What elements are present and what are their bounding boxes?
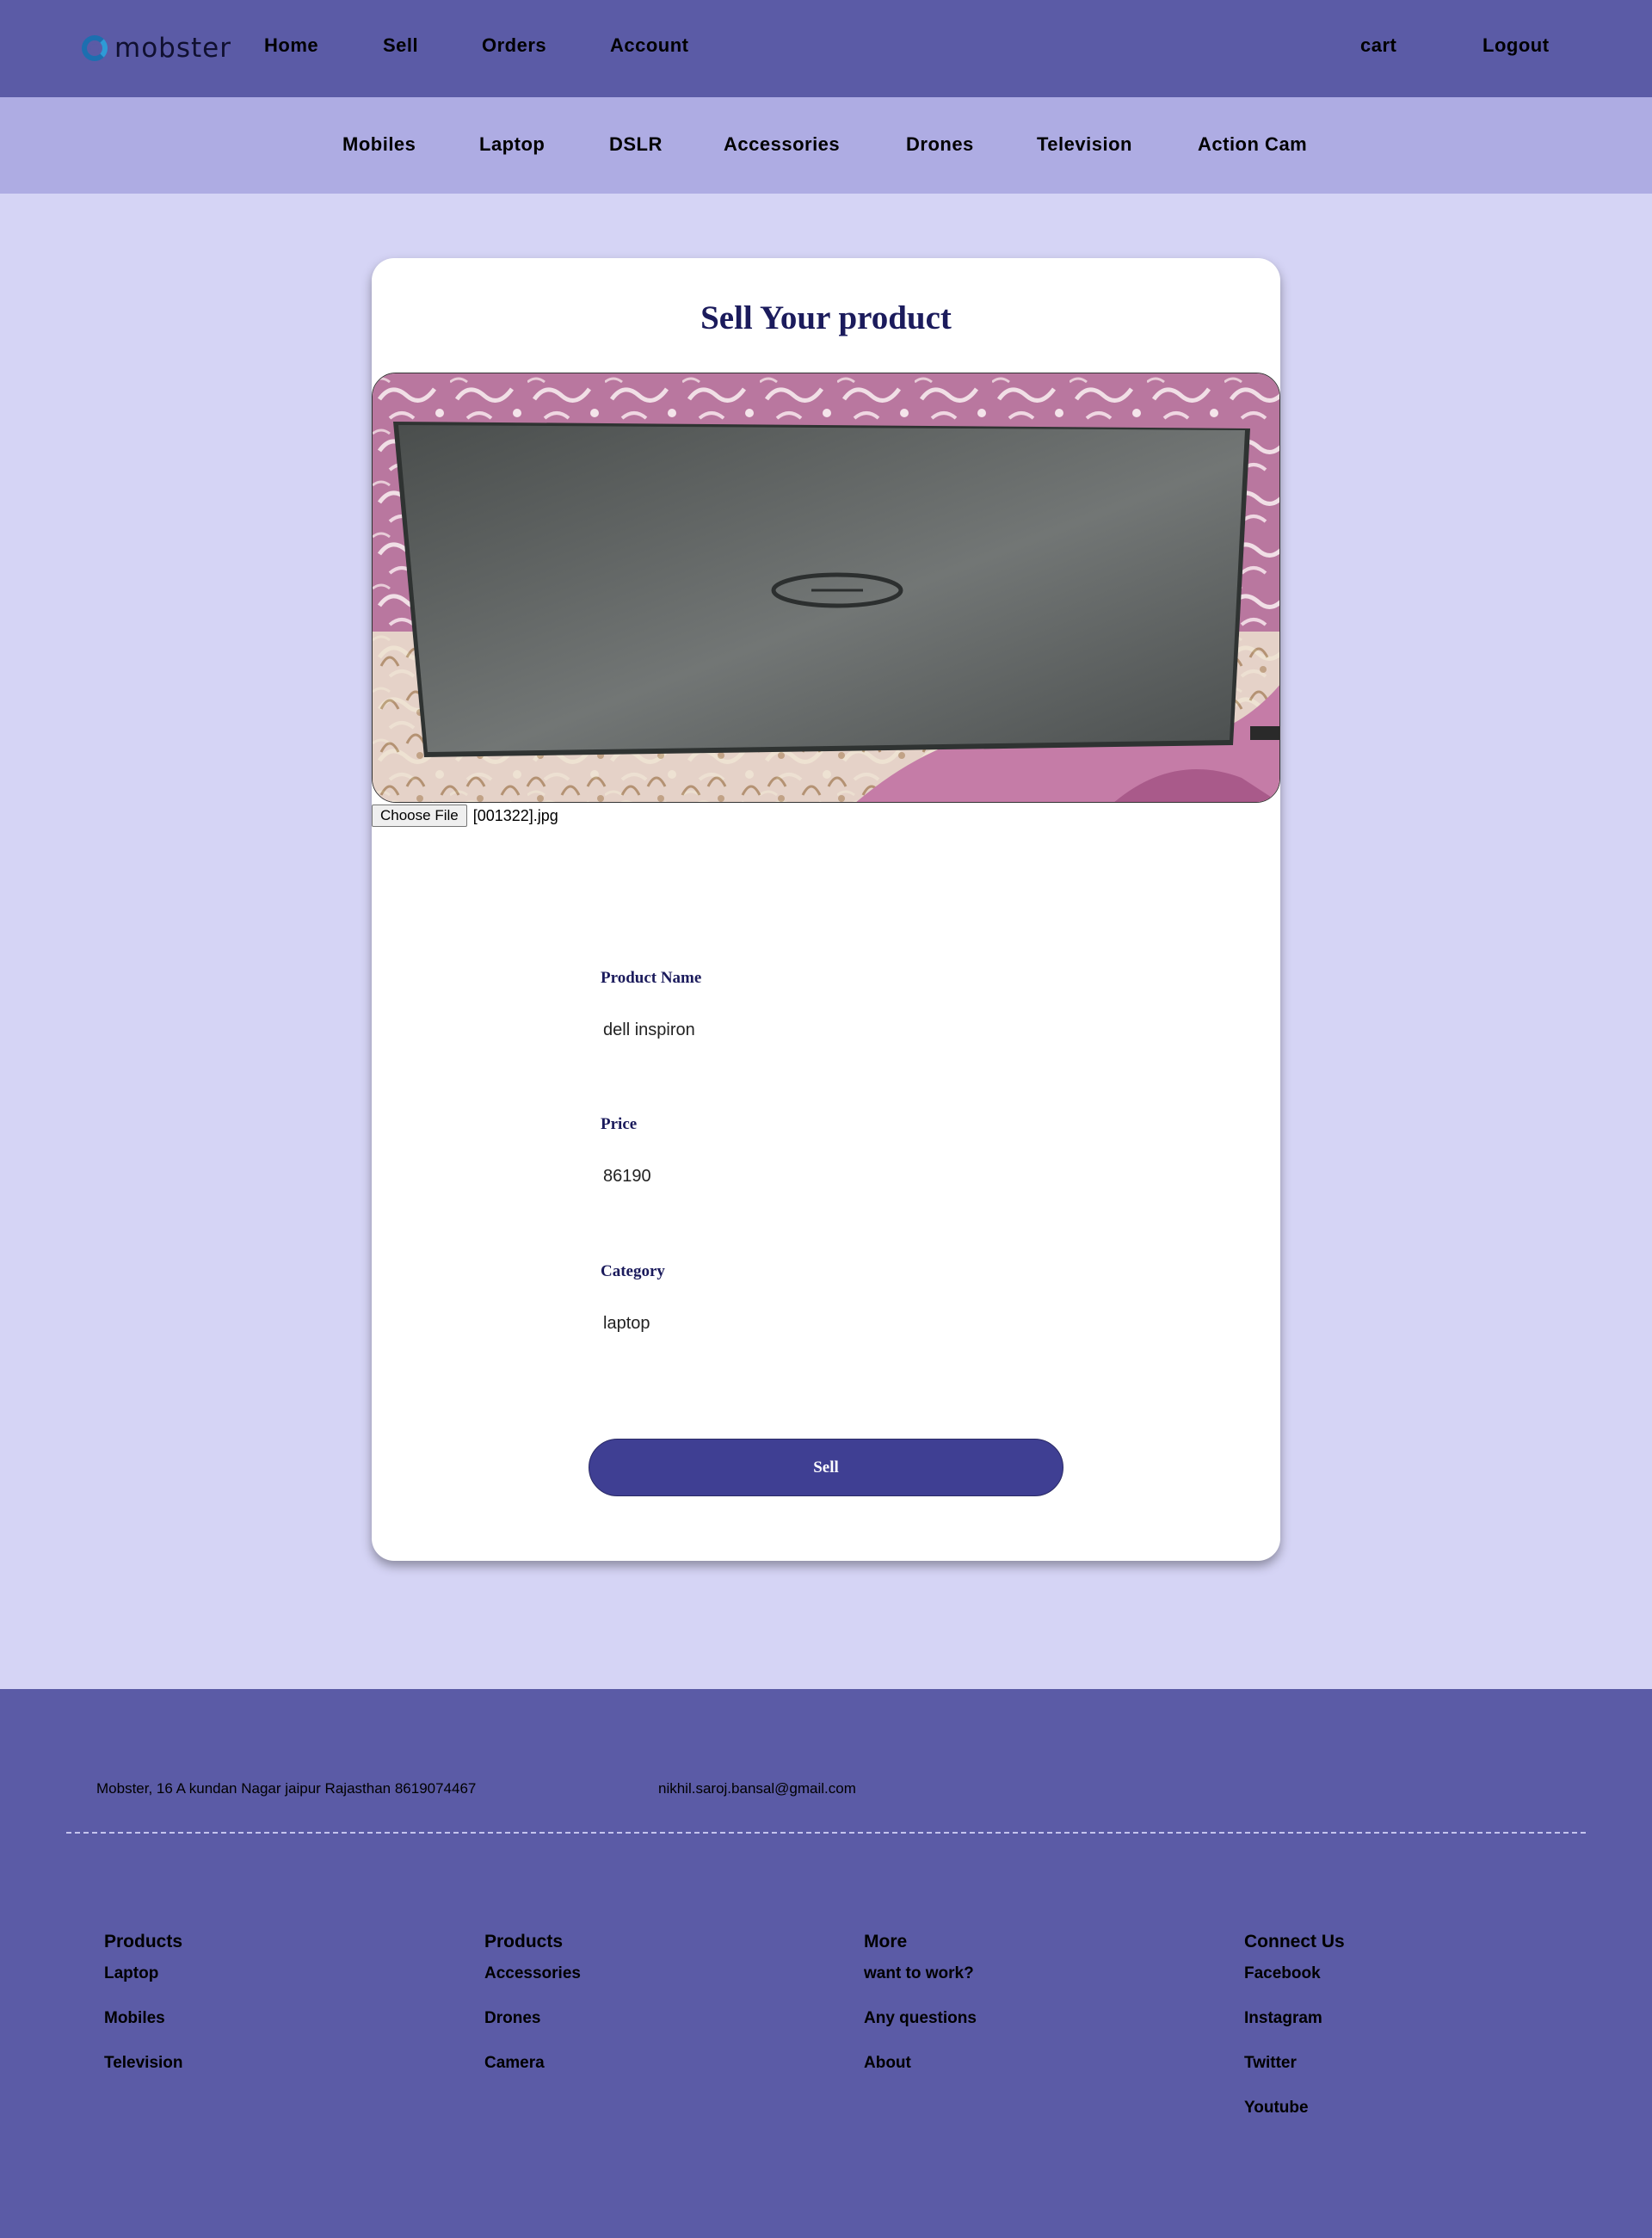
category-action-cam[interactable]: Action Cam — [1198, 133, 1307, 156]
footer-link-drones[interactable]: Drones — [484, 2009, 581, 2028]
price-input[interactable] — [601, 1159, 1051, 1193]
footer-link-camera[interactable]: Camera — [484, 2054, 581, 2073]
page-title: Sell Your product — [700, 299, 952, 336]
brand-name: mobster — [114, 33, 231, 64]
footer-link-facebook[interactable]: Facebook — [1244, 1964, 1345, 1983]
product-name-input[interactable] — [601, 1013, 1051, 1047]
footer-column-products-2: Products Accessories Drones Camera — [484, 1932, 581, 2099]
category-accessories[interactable]: Accessories — [724, 133, 840, 156]
footer-column-title: Connect Us — [1244, 1932, 1345, 1951]
price-label: Price — [601, 1115, 638, 1133]
category-dslr[interactable]: DSLR — [609, 133, 663, 156]
footer-column-title: Products — [484, 1932, 564, 1951]
footer-column-title: More — [864, 1932, 908, 1951]
product-image-preview — [372, 373, 1280, 803]
file-upload-row: Choose File [001322].jpg — [372, 804, 558, 828]
category-input[interactable] — [601, 1306, 1051, 1341]
brand-logo[interactable]: mobster — [82, 31, 231, 65]
nav-account-link[interactable]: Account — [610, 34, 689, 57]
mobster-logo-icon — [82, 35, 108, 61]
product-name-label: Product Name — [601, 969, 702, 987]
sell-button[interactable]: Sell — [589, 1439, 1063, 1496]
laptop-photo — [373, 373, 1279, 802]
footer-link-about[interactable]: About — [864, 2054, 977, 2073]
selected-file-name: [001322].jpg — [472, 806, 558, 824]
nav-orders-link[interactable]: Orders — [482, 34, 546, 57]
category-television[interactable]: Television — [1037, 133, 1132, 156]
footer-email[interactable]: nikhil.saroj.bansal@gmail.com — [658, 1780, 856, 1797]
choose-file-button[interactable]: Choose File — [372, 805, 467, 827]
footer-link-questions[interactable]: Any questions — [864, 2009, 977, 2028]
footer-divider — [66, 1832, 1586, 1834]
footer-link-mobiles[interactable]: Mobiles — [104, 2009, 183, 2028]
footer-link-work[interactable]: want to work? — [864, 1964, 977, 1983]
category-mobiles[interactable]: Mobiles — [342, 133, 416, 156]
category-laptop[interactable]: Laptop — [479, 133, 545, 156]
category-drones[interactable]: Drones — [906, 133, 974, 156]
footer-address: Mobster, 16 A kundan Nagar jaipur Rajast… — [96, 1780, 477, 1797]
footer-link-television[interactable]: Television — [104, 2054, 183, 2073]
footer-column-more: More want to work? Any questions About — [864, 1932, 977, 2099]
nav-logout-link[interactable]: Logout — [1482, 34, 1550, 57]
footer: Mobster, 16 A kundan Nagar jaipur Rajast… — [0, 1689, 1652, 2238]
top-navbar: mobster Home Sell Orders Account cart Lo… — [0, 0, 1652, 97]
category-bar: Mobiles Laptop DSLR Accessories Drones T… — [0, 97, 1652, 194]
footer-link-laptop[interactable]: Laptop — [104, 1964, 183, 1983]
footer-link-instagram[interactable]: Instagram — [1244, 2009, 1345, 2028]
footer-link-youtube[interactable]: Youtube — [1244, 2099, 1345, 2118]
footer-link-twitter[interactable]: Twitter — [1244, 2054, 1345, 2073]
sell-product-card: Sell Your product Choose File [001322].j… — [372, 258, 1280, 1561]
nav-home-link[interactable]: Home — [264, 34, 318, 57]
footer-column-connect: Connect Us Facebook Instagram Twitter Yo… — [1244, 1932, 1345, 2143]
category-label: Category — [601, 1262, 665, 1280]
nav-cart-link[interactable]: cart — [1360, 34, 1396, 57]
footer-column-title: Products — [104, 1932, 183, 1951]
footer-column-products: Products Laptop Mobiles Television — [104, 1932, 183, 2099]
nav-sell-link[interactable]: Sell — [383, 34, 418, 57]
footer-link-accessories[interactable]: Accessories — [484, 1964, 581, 1983]
